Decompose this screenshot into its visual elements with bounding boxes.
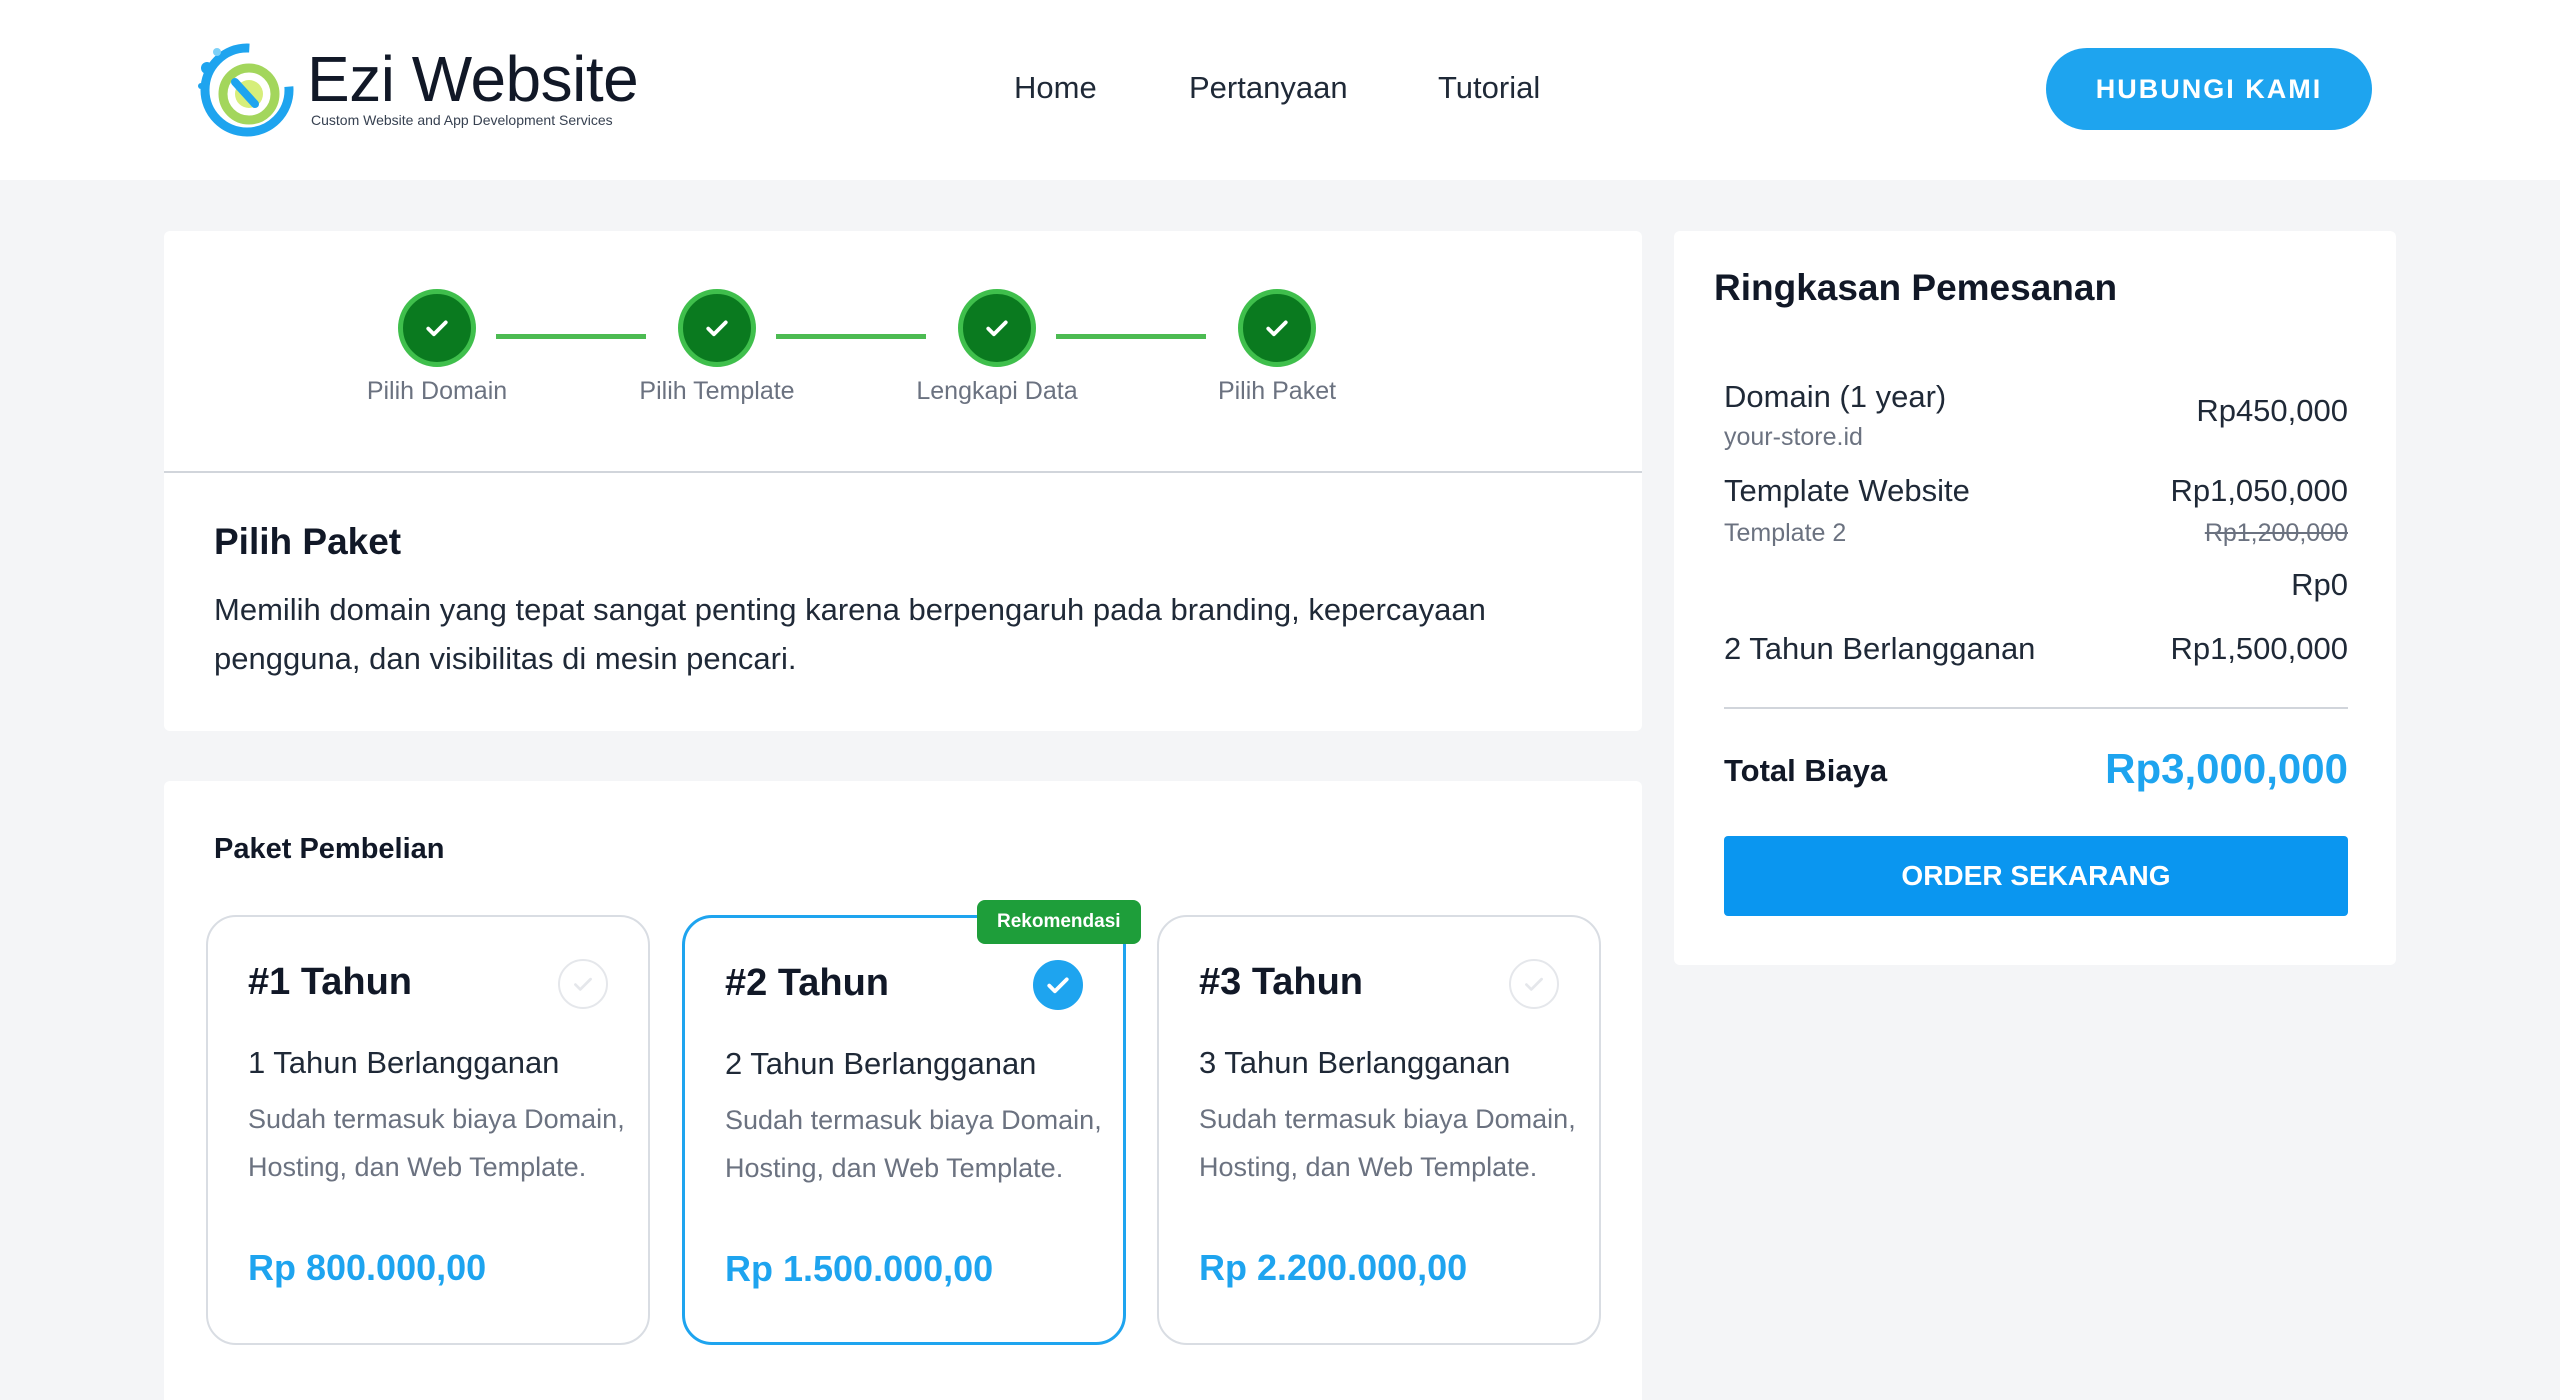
brand-name: Ezi Website [307,43,639,115]
domain-label: Domain (1 year) [1724,379,1947,414]
brand-logo[interactable]: Ezi Website Custom Website and App Devel… [195,38,675,142]
check-circle-icon[interactable] [1033,960,1083,1010]
summary-title: Ringkasan Pemesanan [1714,267,2118,308]
template-price: Rp1,050,000 [2170,473,2348,508]
nav-home[interactable]: Home [1014,70,1097,106]
step-pilih-domain[interactable]: Pilih Domain [337,289,537,406]
step-lengkapi-data[interactable]: Lengkapi Data [897,289,1097,406]
plan-card-1-year[interactable]: #1 Tahun 1 Tahun Berlangganan Sudah term… [206,915,650,1345]
plan-price: Rp 2.200.000,00 [1199,1247,1468,1288]
site-header: Ezi Website Custom Website and App Devel… [0,0,2560,180]
contact-button[interactable]: HUBUNGI KAMI [2046,48,2372,130]
plan-description: Sudah termasuk biaya Domain, Hosting, da… [248,1104,625,1182]
total-value: Rp3,000,000 [2105,745,2348,792]
logo-icon [198,43,294,137]
check-icon [1238,289,1316,367]
nav-tutorial[interactable]: Tutorial [1438,70,1540,106]
package-card: Paket Pembelian #1 Tahun 1 Tahun Berlang… [164,781,1642,1400]
plan-card-2-year[interactable]: #2 Tahun 2 Tahun Berlangganan Sudah term… [682,915,1126,1345]
plan-name: #3 Tahun [1199,961,1363,1003]
plan-description: Sudah termasuk biaya Domain, Hosting, da… [725,1105,1102,1183]
recommended-badge: Rekomendasi [977,900,1141,944]
check-circle-icon[interactable] [1509,959,1559,1009]
nav-pertanyaan[interactable]: Pertanyaan [1189,70,1348,106]
package-section-title: Paket Pembelian [214,833,445,865]
check-circle-icon[interactable] [558,959,608,1009]
domain-name: your-store.id [1724,423,1863,451]
divider [1724,707,2348,709]
plan-price: Rp 1.500.000,00 [725,1248,994,1289]
check-icon [398,289,476,367]
plan-name: #1 Tahun [248,961,412,1003]
domain-price: Rp450,000 [2196,393,2348,428]
step-pilih-template[interactable]: Pilih Template [617,289,817,406]
brand-tagline: Custom Website and App Development Servi… [311,112,613,128]
plan-subtitle: 3 Tahun Berlangganan [1199,1045,1511,1080]
plan-subtitle: 1 Tahun Berlangganan [248,1045,560,1080]
plan-subtitle: 2 Tahun Berlangganan [725,1046,1037,1081]
check-icon [678,289,756,367]
page-description: Memilih domain yang tepat sangat penting… [214,592,1486,676]
order-summary-card: Ringkasan Pemesanan Domain (1 year) your… [1674,231,2396,965]
divider [164,471,1642,473]
page-title: Pilih Paket [214,521,402,562]
template-name: Template 2 [1724,519,1847,547]
step-label: Pilih Template [639,377,795,405]
step-label: Lengkapi Data [916,377,1078,405]
order-now-button[interactable]: ORDER SEKARANG [1724,836,2348,916]
template-label: Template Website [1724,473,1970,508]
plan-description: Sudah termasuk biaya Domain, Hosting, da… [1199,1104,1576,1182]
plan-price: Rp 800.000,00 [248,1247,487,1288]
step-pilih-paket[interactable]: Pilih Paket [1177,289,1377,406]
subscription-price: Rp1,500,000 [2170,631,2348,666]
total-label: Total Biaya [1724,753,1888,788]
extra-price: Rp0 [2291,567,2348,602]
plan-name: #2 Tahun [725,962,889,1004]
template-original-price: Rp1,200,000 [2204,519,2348,547]
subscription-label: 2 Tahun Berlangganan [1724,631,2036,666]
check-icon [958,289,1036,367]
progress-card: Pilih Domain Pilih Template Lengkapi Dat… [164,231,1642,731]
plan-card-3-year[interactable]: #3 Tahun 3 Tahun Berlangganan Sudah term… [1157,915,1601,1345]
step-label: Pilih Domain [366,377,508,405]
step-label: Pilih Paket [1217,377,1337,405]
